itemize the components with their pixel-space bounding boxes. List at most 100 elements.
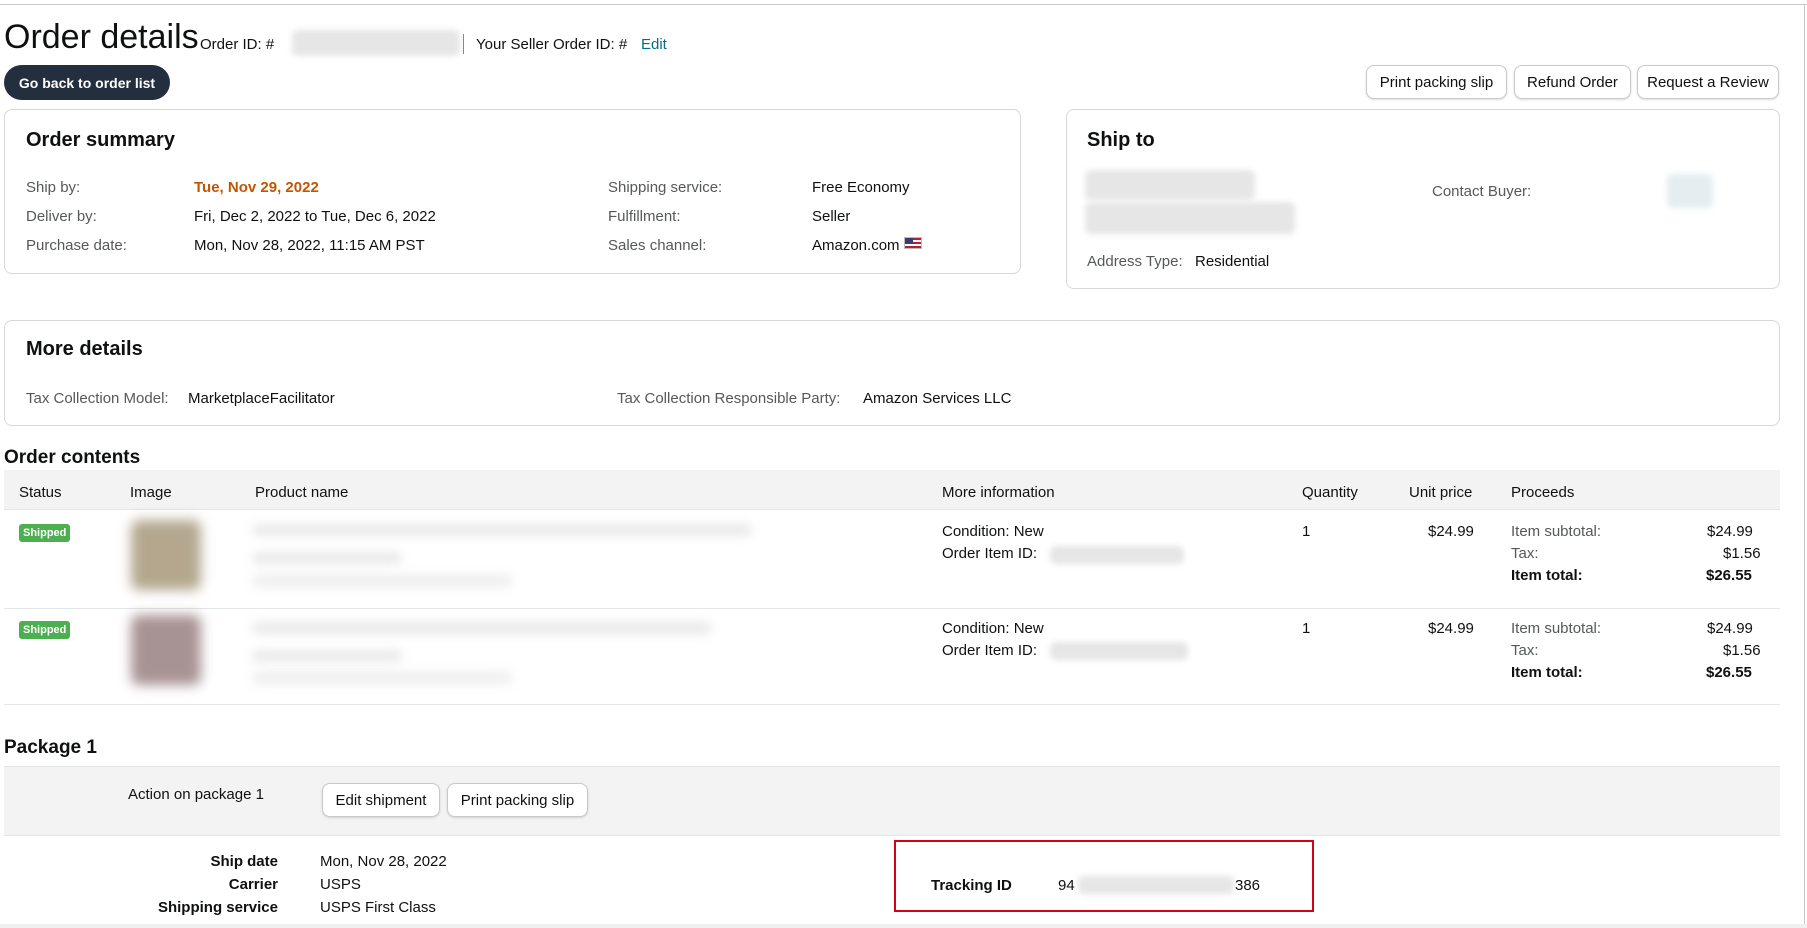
- tax-collection-model-label: Tax Collection Model:: [26, 390, 169, 407]
- ship-date-value: Mon, Nov 28, 2022: [320, 853, 447, 870]
- address-type-value: Residential: [1195, 253, 1270, 270]
- sales-channel: Amazon.com: [812, 237, 922, 254]
- back-to-order-list-button[interactable]: Go back to order list: [4, 65, 170, 100]
- sales-channel-label: Sales channel:: [608, 237, 707, 254]
- item-subtotal-label: Item subtotal:: [1511, 523, 1602, 540]
- carrier-value: USPS: [320, 876, 361, 893]
- address-line-redacted: [1085, 202, 1295, 234]
- condition-text: Condition: New: [942, 620, 1044, 637]
- ship-date-label: Ship date: [210, 853, 278, 870]
- order-item-id-redacted: [1050, 642, 1188, 660]
- column-header-unit-price: Unit price: [1409, 484, 1473, 501]
- column-header-product-name: Product name: [255, 484, 349, 501]
- product-name-redacted: [252, 574, 512, 588]
- fulfillment-value: Seller: [812, 208, 851, 225]
- order-summary-card: Order summary Ship by: Tue, Nov 29, 2022…: [4, 109, 1021, 274]
- quantity-value: 1: [1302, 523, 1311, 540]
- product-name-redacted: [252, 671, 512, 685]
- item-total-label: Item total:: [1511, 567, 1583, 584]
- tax-label: Tax:: [1511, 545, 1539, 562]
- purchase-date-label: Purchase date:: [26, 237, 127, 254]
- shipping-service-label: Shipping service:: [608, 179, 723, 196]
- unit-price-value: $24.99: [1428, 523, 1474, 540]
- column-header-status: Status: [19, 484, 62, 501]
- row-divider: [4, 704, 1780, 705]
- purchase-date-value: Mon, Nov 28, 2022, 11:15 AM PST: [194, 237, 425, 254]
- frame-right-border: [1804, 4, 1805, 928]
- tracking-id-redacted: [1078, 876, 1234, 894]
- more-details-title: More details: [26, 338, 143, 360]
- order-item-id-label: Order Item ID:: [942, 642, 1038, 659]
- deliver-by-value: Fri, Dec 2, 2022 to Tue, Dec 6, 2022: [194, 208, 436, 225]
- column-header-more-information: More information: [942, 484, 1055, 501]
- order-id-label: Order ID: #: [200, 36, 275, 53]
- bottom-divider: [0, 924, 1807, 928]
- request-review-button[interactable]: Request a Review: [1637, 65, 1779, 99]
- order-item-id-redacted: [1050, 546, 1184, 564]
- product-name-redacted: [252, 552, 402, 564]
- shipping-service-label: Shipping service: [157, 899, 278, 916]
- ship-to-card: Ship to Address Type: Residential Contac…: [1066, 109, 1780, 289]
- shipped-status-badge: Shipped: [19, 621, 71, 639]
- order-item-id-label: Order Item ID:: [942, 545, 1038, 562]
- quantity-value: 1: [1302, 620, 1311, 637]
- product-name-redacted[interactable]: [252, 622, 712, 634]
- package-actions-bar: [4, 766, 1780, 836]
- condition-text: Condition: New: [942, 523, 1044, 540]
- order-id-redacted: [292, 30, 460, 56]
- shipping-service-value: USPS First Class: [320, 899, 436, 916]
- shipping-service-value: Free Economy: [812, 179, 910, 196]
- address-line-redacted: [1085, 170, 1255, 200]
- package-print-packing-slip-button[interactable]: Print packing slip: [447, 783, 588, 817]
- unit-price-value: $24.99: [1428, 620, 1474, 637]
- tax-value: $1.56: [1723, 545, 1761, 562]
- item-total-value: $26.55: [1706, 567, 1752, 584]
- ship-to-title: Ship to: [1087, 129, 1155, 151]
- tax-responsible-party-value: Amazon Services LLC: [863, 390, 1012, 407]
- carrier-label: Carrier: [228, 876, 278, 893]
- print-packing-slip-button[interactable]: Print packing slip: [1366, 65, 1507, 99]
- us-flag-icon: [903, 237, 922, 249]
- shipped-status-badge: Shipped: [19, 524, 71, 542]
- contact-buyer-link-redacted[interactable]: [1667, 174, 1713, 208]
- column-header-proceeds: Proceeds: [1511, 484, 1575, 501]
- ship-by-value: Tue, Nov 29, 2022: [194, 179, 319, 196]
- order-summary-title: Order summary: [26, 129, 175, 151]
- edit-shipment-button[interactable]: Edit shipment: [322, 783, 440, 817]
- edit-seller-order-id-link[interactable]: Edit: [641, 36, 667, 53]
- product-name-redacted[interactable]: [252, 524, 752, 536]
- package-title: Package 1: [4, 737, 97, 758]
- package-action-label: Action on package 1: [128, 786, 264, 803]
- order-contents-title: Order contents: [4, 447, 141, 468]
- tax-label: Tax:: [1511, 642, 1539, 659]
- address-type-label: Address Type:: [1087, 253, 1183, 270]
- row-divider: [4, 608, 1780, 609]
- ship-by-label: Ship by:: [26, 179, 81, 196]
- contact-buyer-label: Contact Buyer:: [1432, 183, 1532, 200]
- product-name-redacted: [252, 650, 402, 662]
- page-title: Order details: [4, 18, 199, 56]
- tracking-id-label: Tracking ID: [931, 877, 1012, 894]
- item-subtotal-label: Item subtotal:: [1511, 620, 1602, 637]
- item-total-label: Item total:: [1511, 664, 1583, 681]
- column-header-image: Image: [130, 484, 172, 501]
- frame-top-border: [0, 4, 1807, 5]
- tax-value: $1.56: [1723, 642, 1761, 659]
- item-subtotal-value: $24.99: [1707, 620, 1753, 637]
- tracking-id-suffix[interactable]: 386: [1235, 877, 1260, 894]
- item-total-value: $26.55: [1706, 664, 1752, 681]
- product-image[interactable]: [131, 615, 201, 685]
- item-subtotal-value: $24.99: [1707, 523, 1753, 540]
- refund-order-button[interactable]: Refund Order: [1514, 65, 1631, 99]
- seller-order-id-label: Your Seller Order ID: #: [476, 36, 628, 53]
- tax-responsible-party-label: Tax Collection Responsible Party:: [617, 390, 841, 407]
- more-details-card: More details Tax Collection Model: Marke…: [4, 320, 1780, 426]
- deliver-by-label: Deliver by:: [26, 208, 97, 225]
- header-separator: [463, 34, 464, 54]
- tracking-id-prefix[interactable]: 94: [1058, 877, 1075, 894]
- product-image[interactable]: [131, 520, 201, 590]
- tax-collection-model-value: MarketplaceFacilitator: [188, 390, 335, 407]
- column-header-quantity: Quantity: [1302, 484, 1358, 501]
- sales-channel-value: Amazon.com: [812, 237, 900, 254]
- fulfillment-label: Fulfillment:: [608, 208, 681, 225]
